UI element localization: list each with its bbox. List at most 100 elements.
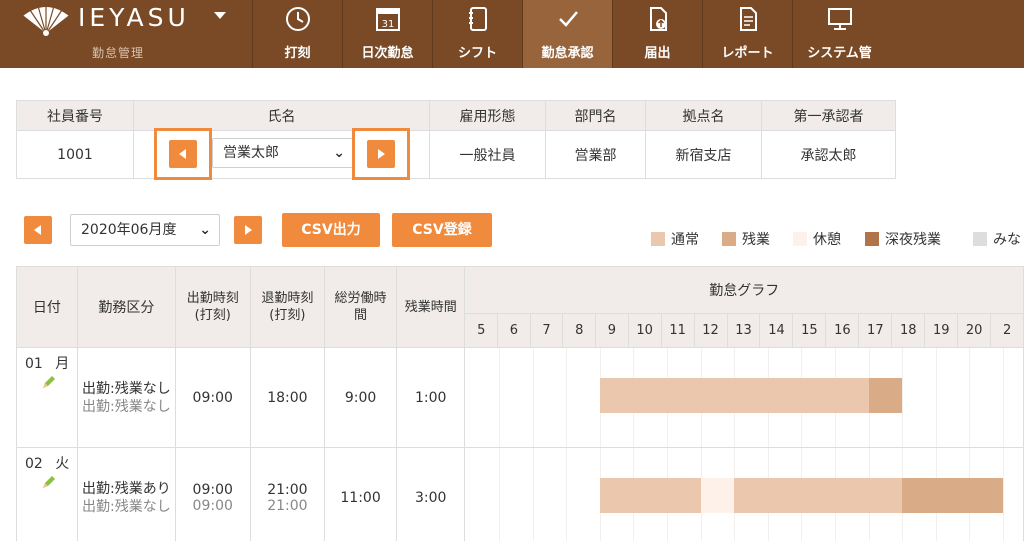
hour-gridline — [1003, 448, 1005, 541]
graph-bar — [700, 478, 735, 513]
kubun-planned: 出勤:残業なし — [81, 498, 171, 515]
legend-swatch — [722, 232, 736, 246]
legend-swatch — [865, 232, 879, 246]
legend-item: 休憩 — [793, 229, 841, 249]
graph-bar — [868, 378, 903, 413]
clock-out-header: 退勤時刻 (打刻) — [249, 266, 326, 348]
employee-header-row: 社員番号 氏名 雇用形態 部門名 拠点名 第一承認者 — [16, 100, 896, 131]
date-cell: 02 火 — [16, 447, 78, 541]
pencil-icon[interactable] — [41, 374, 57, 390]
weekday: 火 — [55, 456, 70, 472]
hour-gridline — [532, 448, 534, 541]
hour-label: 12 — [693, 313, 728, 348]
graph-bar — [734, 478, 903, 513]
checkmark-icon — [558, 11, 578, 27]
app-header: IEYASU 勤怠管理 打刻 31 日次勤怠 シフト 勤怠承認 届出 レポート — [0, 0, 1024, 68]
calendar-icon: 31 — [375, 8, 400, 31]
table-row[interactable]: 01 月 出勤:残業なし 出勤:残業なし 09:00 18:00 9:00 1:… — [16, 347, 1024, 448]
hour-gridline — [566, 348, 568, 447]
legend-swatch — [973, 232, 987, 246]
caret-down-icon[interactable] — [214, 12, 226, 19]
app-logo[interactable]: IEYASU 勤怠管理 — [0, 0, 248, 68]
clock-out-punch: 21:00 — [267, 497, 308, 514]
kubun-header: 勤務区分 — [76, 266, 176, 348]
clock-icon — [285, 7, 310, 31]
nav-label: シフト — [457, 46, 497, 61]
month-select-value: 2020年06月度 — [81, 222, 177, 238]
nav-punch[interactable]: 打刻 — [252, 0, 342, 68]
svg-text:31: 31 — [381, 19, 394, 30]
nav-daily[interactable]: 31 日次勤怠 — [342, 0, 432, 68]
approver-header: 第一承認者 — [761, 100, 896, 131]
hour-gridline — [566, 448, 568, 541]
site: 新宿支店 — [645, 130, 762, 179]
legend-label: 残業 — [742, 232, 770, 248]
overtime-hours: 3:00 — [395, 447, 466, 541]
employee-select-value: 営業太郎 — [223, 145, 279, 161]
next-month-button[interactable] — [234, 216, 262, 244]
table-row[interactable]: 02 火 出勤:残業あり 出勤:残業なし 09:00 09:00 21:00 2… — [16, 447, 1024, 541]
hour-gridline — [499, 348, 501, 447]
next-employee-button[interactable] — [367, 140, 395, 168]
nav-label: レポート — [721, 46, 774, 61]
nav-label: システム管 — [807, 46, 872, 61]
clock-out: 18:00 — [267, 389, 308, 406]
csv-export-button[interactable]: CSV出力 — [282, 213, 380, 247]
legend-swatch — [651, 232, 665, 246]
csv-import-button[interactable]: CSV登録 — [392, 213, 492, 247]
main-nav: 打刻 31 日次勤怠 シフト 勤怠承認 届出 レポート システム管 — [252, 0, 886, 68]
prev-employee-button[interactable] — [169, 140, 197, 168]
graph-cell — [464, 447, 1024, 541]
nav-approval[interactable]: 勤怠承認 — [522, 0, 612, 68]
app-name: IEYASU — [78, 3, 190, 32]
nav-system[interactable]: システム管 — [792, 0, 886, 68]
legend-swatch — [793, 232, 807, 246]
employee-name-cell: 営業太郎 ⌄ — [133, 128, 430, 180]
hour-label: 2 — [990, 313, 1024, 348]
kubun-value: 出勤:残業あり — [81, 480, 171, 497]
legend-item: みな — [973, 229, 1021, 249]
nav-report[interactable]: レポート — [702, 0, 792, 68]
total-hours: 9:00 — [324, 347, 397, 448]
clock-in: 09:00 — [192, 389, 233, 406]
clock-out-cell: 18:00 — [249, 347, 326, 448]
hour-gridline — [1003, 348, 1005, 447]
hour-label: 17 — [858, 313, 893, 348]
attendance-header-row: 日付 勤務区分 出勤時刻 (打刻) 退勤時刻 (打刻) 総労働時 間 残業時間 … — [16, 266, 1024, 348]
hour-label: 11 — [660, 313, 695, 348]
report-icon — [739, 7, 757, 31]
legend-label: 休憩 — [813, 232, 841, 248]
nav-label: 届出 — [644, 46, 671, 61]
document-upload-icon — [649, 7, 667, 31]
overtime-hours: 1:00 — [395, 347, 466, 448]
hour-label: 5 — [464, 313, 499, 348]
pencil-icon[interactable] — [41, 474, 57, 490]
nav-request[interactable]: 届出 — [612, 0, 702, 68]
employee-value-row: 1001 営業太郎 ⌄ 一般社員 営業部 新宿支店 承認太郎 — [16, 128, 896, 180]
chevron-down-icon: ⌄ — [333, 145, 345, 161]
employee-id: 1001 — [16, 130, 134, 179]
employee-table: 社員番号 氏名 雇用形態 部門名 拠点名 第一承認者 1001 営業太郎 ⌄ 一… — [16, 100, 896, 180]
employee-id-header: 社員番号 — [16, 100, 134, 131]
hour-label: 15 — [792, 313, 827, 348]
hour-label: 10 — [627, 313, 662, 348]
total-hours: 11:00 — [324, 447, 397, 541]
month-select[interactable]: 2020年06月度 ⌄ — [70, 214, 220, 246]
employee-select[interactable]: 営業太郎 ⌄ — [212, 138, 354, 168]
date-header: 日付 — [16, 266, 78, 348]
hour-label: 9 — [595, 313, 629, 348]
hour-label: 14 — [759, 313, 794, 348]
clock-in-punch: 09:00 — [192, 497, 233, 514]
employee-name-header: 氏名 — [133, 100, 430, 131]
prev-month-button[interactable] — [24, 216, 52, 244]
total-hours-header: 総労働時 間 — [324, 266, 397, 348]
hour-gridline — [532, 348, 534, 447]
nav-shift[interactable]: シフト — [432, 0, 522, 68]
graph-bar — [599, 478, 701, 513]
employment-type: 一般社員 — [429, 130, 546, 179]
graph-bar — [902, 478, 1004, 513]
clock-in-cell: 09:00 — [174, 347, 251, 448]
approver: 承認太郎 — [761, 130, 896, 179]
fan-logo-icon — [22, 5, 70, 36]
hour-label: 20 — [957, 313, 992, 348]
